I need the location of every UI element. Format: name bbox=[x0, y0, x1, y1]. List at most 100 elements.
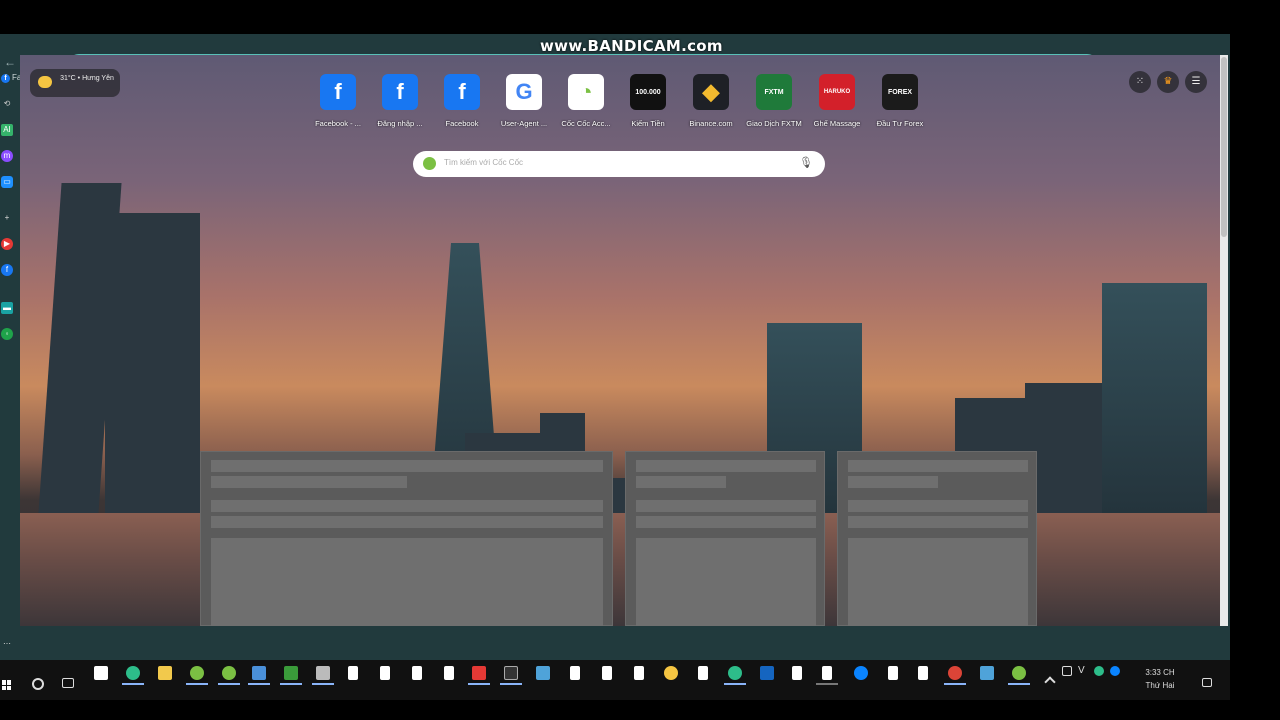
coccoc-taskbar-icon[interactable] bbox=[728, 666, 742, 680]
app-icon[interactable] bbox=[284, 666, 298, 680]
search-placeholder: Tìm kiếm với Cốc Cốc bbox=[444, 158, 524, 167]
facebook-icon: f bbox=[444, 74, 480, 110]
document-icon[interactable] bbox=[698, 666, 708, 680]
app-icon[interactable]: ▬ bbox=[1, 302, 13, 314]
chat-icon[interactable]: ▭ bbox=[1, 176, 13, 188]
chrome-icon[interactable] bbox=[948, 666, 962, 680]
speed-dial-tile[interactable]: ◔ Cốc Cốc Acc... bbox=[555, 74, 617, 128]
facebook-icon: f bbox=[1, 74, 10, 83]
app-icon[interactable] bbox=[94, 666, 108, 680]
bandicam-watermark: www.BANDICAM.com bbox=[540, 37, 723, 55]
document-icon[interactable] bbox=[822, 666, 832, 680]
kiem-tien-icon: 100.000 bbox=[630, 74, 666, 110]
apps-grid-icon[interactable]: ⁙ bbox=[1129, 71, 1151, 93]
tile-label: Cốc Cốc Acc... bbox=[561, 119, 611, 128]
network-icon[interactable] bbox=[1062, 666, 1072, 676]
coccoc-taskbar-icon[interactable] bbox=[1012, 666, 1026, 680]
zalo-icon[interactable] bbox=[854, 666, 868, 680]
search-icon[interactable] bbox=[32, 678, 44, 690]
crown-icon[interactable]: ♛ bbox=[1157, 71, 1179, 93]
weather-widget[interactable]: 31°C • Hưng Yên bbox=[30, 69, 120, 97]
speed-dial-tile[interactable]: f Facebook - ... bbox=[307, 74, 369, 128]
system-clock[interactable]: 3:33 CH Thứ Hai bbox=[1140, 666, 1180, 692]
coccoc-logo-icon bbox=[423, 157, 436, 170]
messenger-icon[interactable]: m bbox=[1, 150, 13, 162]
facebook-icon: f bbox=[320, 74, 356, 110]
tile-label: User-Agent ... bbox=[500, 119, 548, 128]
tile-label: Đầu Tư Forex bbox=[876, 119, 924, 128]
task-view-icon[interactable] bbox=[62, 678, 74, 688]
windows-start-icon[interactable] bbox=[2, 680, 12, 690]
haruko-icon: HARUKO bbox=[819, 74, 855, 110]
document-icon[interactable] bbox=[570, 666, 580, 680]
coccoc-taskbar-icon[interactable] bbox=[126, 666, 140, 680]
tray-app-icon[interactable] bbox=[1094, 666, 1104, 676]
tray-chevron-icon[interactable] bbox=[1044, 676, 1056, 688]
microphone-icon[interactable]: 🎙 bbox=[799, 156, 813, 169]
youtube-icon[interactable]: ▶ bbox=[1, 238, 13, 250]
speed-dial-tile[interactable]: f Đăng nhập ... bbox=[369, 74, 431, 128]
speed-dial-tile[interactable]: f Facebook bbox=[431, 74, 493, 128]
news-card-placeholder bbox=[837, 451, 1037, 626]
notification-icon[interactable] bbox=[1202, 678, 1212, 687]
app-icon[interactable] bbox=[252, 666, 266, 680]
speed-dial-tile[interactable]: ◆ Binance.com bbox=[680, 74, 742, 128]
forex-icon: FOREX bbox=[882, 74, 918, 110]
page-scrollbar[interactable] bbox=[1220, 55, 1228, 626]
app-icon[interactable] bbox=[980, 666, 994, 680]
binance-icon: ◆ bbox=[693, 74, 729, 110]
tile-label: Giao Dịch FXTM bbox=[746, 119, 802, 128]
scrollbar-thumb[interactable] bbox=[1221, 57, 1227, 237]
document-icon[interactable] bbox=[444, 666, 454, 680]
app-icon[interactable] bbox=[664, 666, 678, 680]
document-icon[interactable] bbox=[918, 666, 928, 680]
terminal-icon[interactable] bbox=[504, 666, 518, 680]
language-icon[interactable]: V bbox=[1078, 666, 1088, 676]
back-icon[interactable]: ← bbox=[3, 55, 17, 69]
coccoc-taskbar-icon[interactable] bbox=[190, 666, 204, 680]
building bbox=[105, 213, 200, 513]
windows-taskbar: V 3:33 CH Thứ Hai bbox=[0, 660, 1230, 700]
weather-cloud-sun-icon bbox=[38, 76, 52, 88]
side-panel: ⟲ AI m ▭ + ▶ f ▬ ◦ ⋯ bbox=[0, 92, 16, 660]
document-icon[interactable] bbox=[348, 666, 358, 680]
speed-dial-tile[interactable]: FXTM Giao Dịch FXTM bbox=[743, 74, 805, 128]
news-card-placeholder bbox=[625, 451, 825, 626]
tile-label: Kiếm Tiền bbox=[631, 119, 665, 128]
app-icon[interactable] bbox=[472, 666, 486, 680]
database-icon[interactable] bbox=[316, 666, 330, 680]
document-icon[interactable] bbox=[380, 666, 390, 680]
new-tab-page: 31°C • Hưng Yên ⁙ ♛ ☰ f Facebook - ... f… bbox=[20, 55, 1220, 626]
document-icon[interactable] bbox=[792, 666, 802, 680]
clock-time: 3:33 CH bbox=[1145, 668, 1175, 677]
fxtm-icon: FXTM bbox=[756, 74, 792, 110]
speed-dial-tile[interactable]: HARUKO Ghế Massage bbox=[806, 74, 868, 128]
file-explorer-icon[interactable] bbox=[158, 666, 172, 680]
document-icon[interactable] bbox=[412, 666, 422, 680]
screen: www.BANDICAM.com ← → ↻ ☆ ✚ ⧉ ◉ ⤓ ≡ f Fac… bbox=[0, 0, 1280, 720]
ai-icon[interactable]: AI bbox=[1, 124, 13, 136]
customize-icon[interactable]: ☰ bbox=[1185, 71, 1207, 93]
tile-label: Facebook bbox=[445, 119, 479, 128]
speed-dial-tile[interactable]: 100.000 Kiếm Tiền bbox=[617, 74, 679, 128]
zalo-tray-icon[interactable] bbox=[1110, 666, 1120, 676]
building bbox=[1102, 283, 1207, 513]
weather-text: 31°C • Hưng Yên bbox=[60, 75, 114, 82]
document-icon[interactable] bbox=[634, 666, 644, 680]
facebook-icon[interactable]: f bbox=[1, 264, 13, 276]
document-icon[interactable] bbox=[888, 666, 898, 680]
search-box[interactable]: Tìm kiếm với Cốc Cốc 🎙 bbox=[413, 151, 825, 177]
more-icon[interactable]: ⋯ bbox=[1, 638, 13, 650]
line-icon[interactable]: ◦ bbox=[1, 328, 13, 340]
app-icon[interactable] bbox=[760, 666, 774, 680]
app-icon[interactable] bbox=[536, 666, 550, 680]
news-card-placeholder bbox=[200, 451, 613, 626]
speed-dial-tile[interactable]: G User-Agent ... bbox=[493, 74, 555, 128]
tile-label: Binance.com bbox=[689, 119, 733, 128]
history-icon[interactable]: ⟲ bbox=[1, 98, 13, 110]
document-icon[interactable] bbox=[602, 666, 612, 680]
add-panel-icon[interactable]: + bbox=[1, 212, 13, 224]
speed-dial-tile[interactable]: FOREX Đầu Tư Forex bbox=[869, 74, 931, 128]
coccoc-taskbar-icon[interactable] bbox=[222, 666, 236, 680]
tile-label: Đăng nhập ... bbox=[377, 119, 423, 128]
